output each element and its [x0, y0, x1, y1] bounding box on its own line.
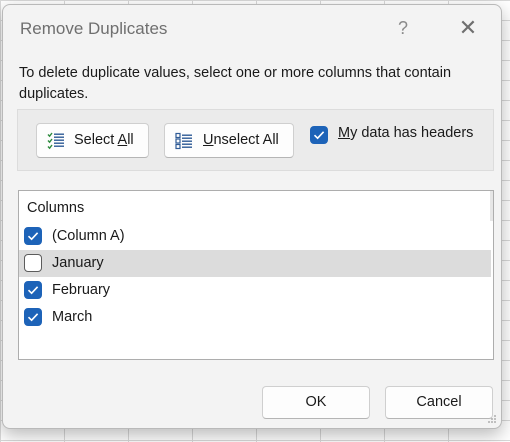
dialog-description: To delete duplicate values, select one o…	[19, 65, 452, 102]
checkmark-icon	[27, 313, 39, 322]
list-scrollbar[interactable]	[490, 191, 493, 221]
dialog-title: Remove Duplicates	[20, 19, 168, 38]
column-checkbox[interactable]	[24, 281, 42, 299]
help-icon: ?	[397, 18, 408, 38]
column-checkbox[interactable]	[24, 227, 42, 245]
headers-checkbox-label[interactable]: My data has headers	[338, 125, 473, 141]
columns-list: Columns (Column A) January February Marc…	[18, 190, 494, 360]
checkmark-icon	[27, 286, 39, 295]
column-row[interactable]: January	[19, 250, 491, 277]
column-checkbox[interactable]	[24, 308, 42, 326]
column-row[interactable]: (Column A)	[19, 223, 491, 250]
select-all-button[interactable]: Select All	[36, 123, 149, 158]
headers-checkbox[interactable]	[310, 126, 328, 144]
column-label: February	[52, 282, 111, 298]
column-label: (Column A)	[52, 228, 125, 244]
columns-list-header: Columns	[27, 200, 85, 216]
resize-grip-icon[interactable]	[487, 414, 497, 424]
select-all-list-icon	[47, 132, 65, 150]
remove-duplicates-dialog: Remove Duplicates ? ✕ To delete duplicat…	[2, 4, 502, 429]
checkmark-icon	[313, 131, 325, 140]
unselect-all-label: Unselect All	[203, 132, 279, 148]
help-button[interactable]: ?	[388, 13, 418, 43]
ok-button[interactable]: OK	[262, 386, 370, 419]
column-row[interactable]: March	[19, 304, 491, 331]
checkmark-icon	[27, 232, 39, 241]
close-button[interactable]: ✕	[453, 13, 483, 43]
column-row[interactable]: February	[19, 277, 491, 304]
options-panel: Select All Unselect All My data has head…	[17, 109, 494, 171]
column-label: January	[52, 255, 104, 271]
column-label: March	[52, 309, 93, 325]
cancel-button[interactable]: Cancel	[385, 386, 493, 419]
unselect-all-list-icon	[175, 132, 193, 150]
column-checkbox[interactable]	[24, 254, 42, 272]
unselect-all-button[interactable]: Unselect All	[164, 123, 294, 158]
close-icon: ✕	[458, 15, 478, 40]
select-all-label: Select All	[74, 132, 134, 148]
